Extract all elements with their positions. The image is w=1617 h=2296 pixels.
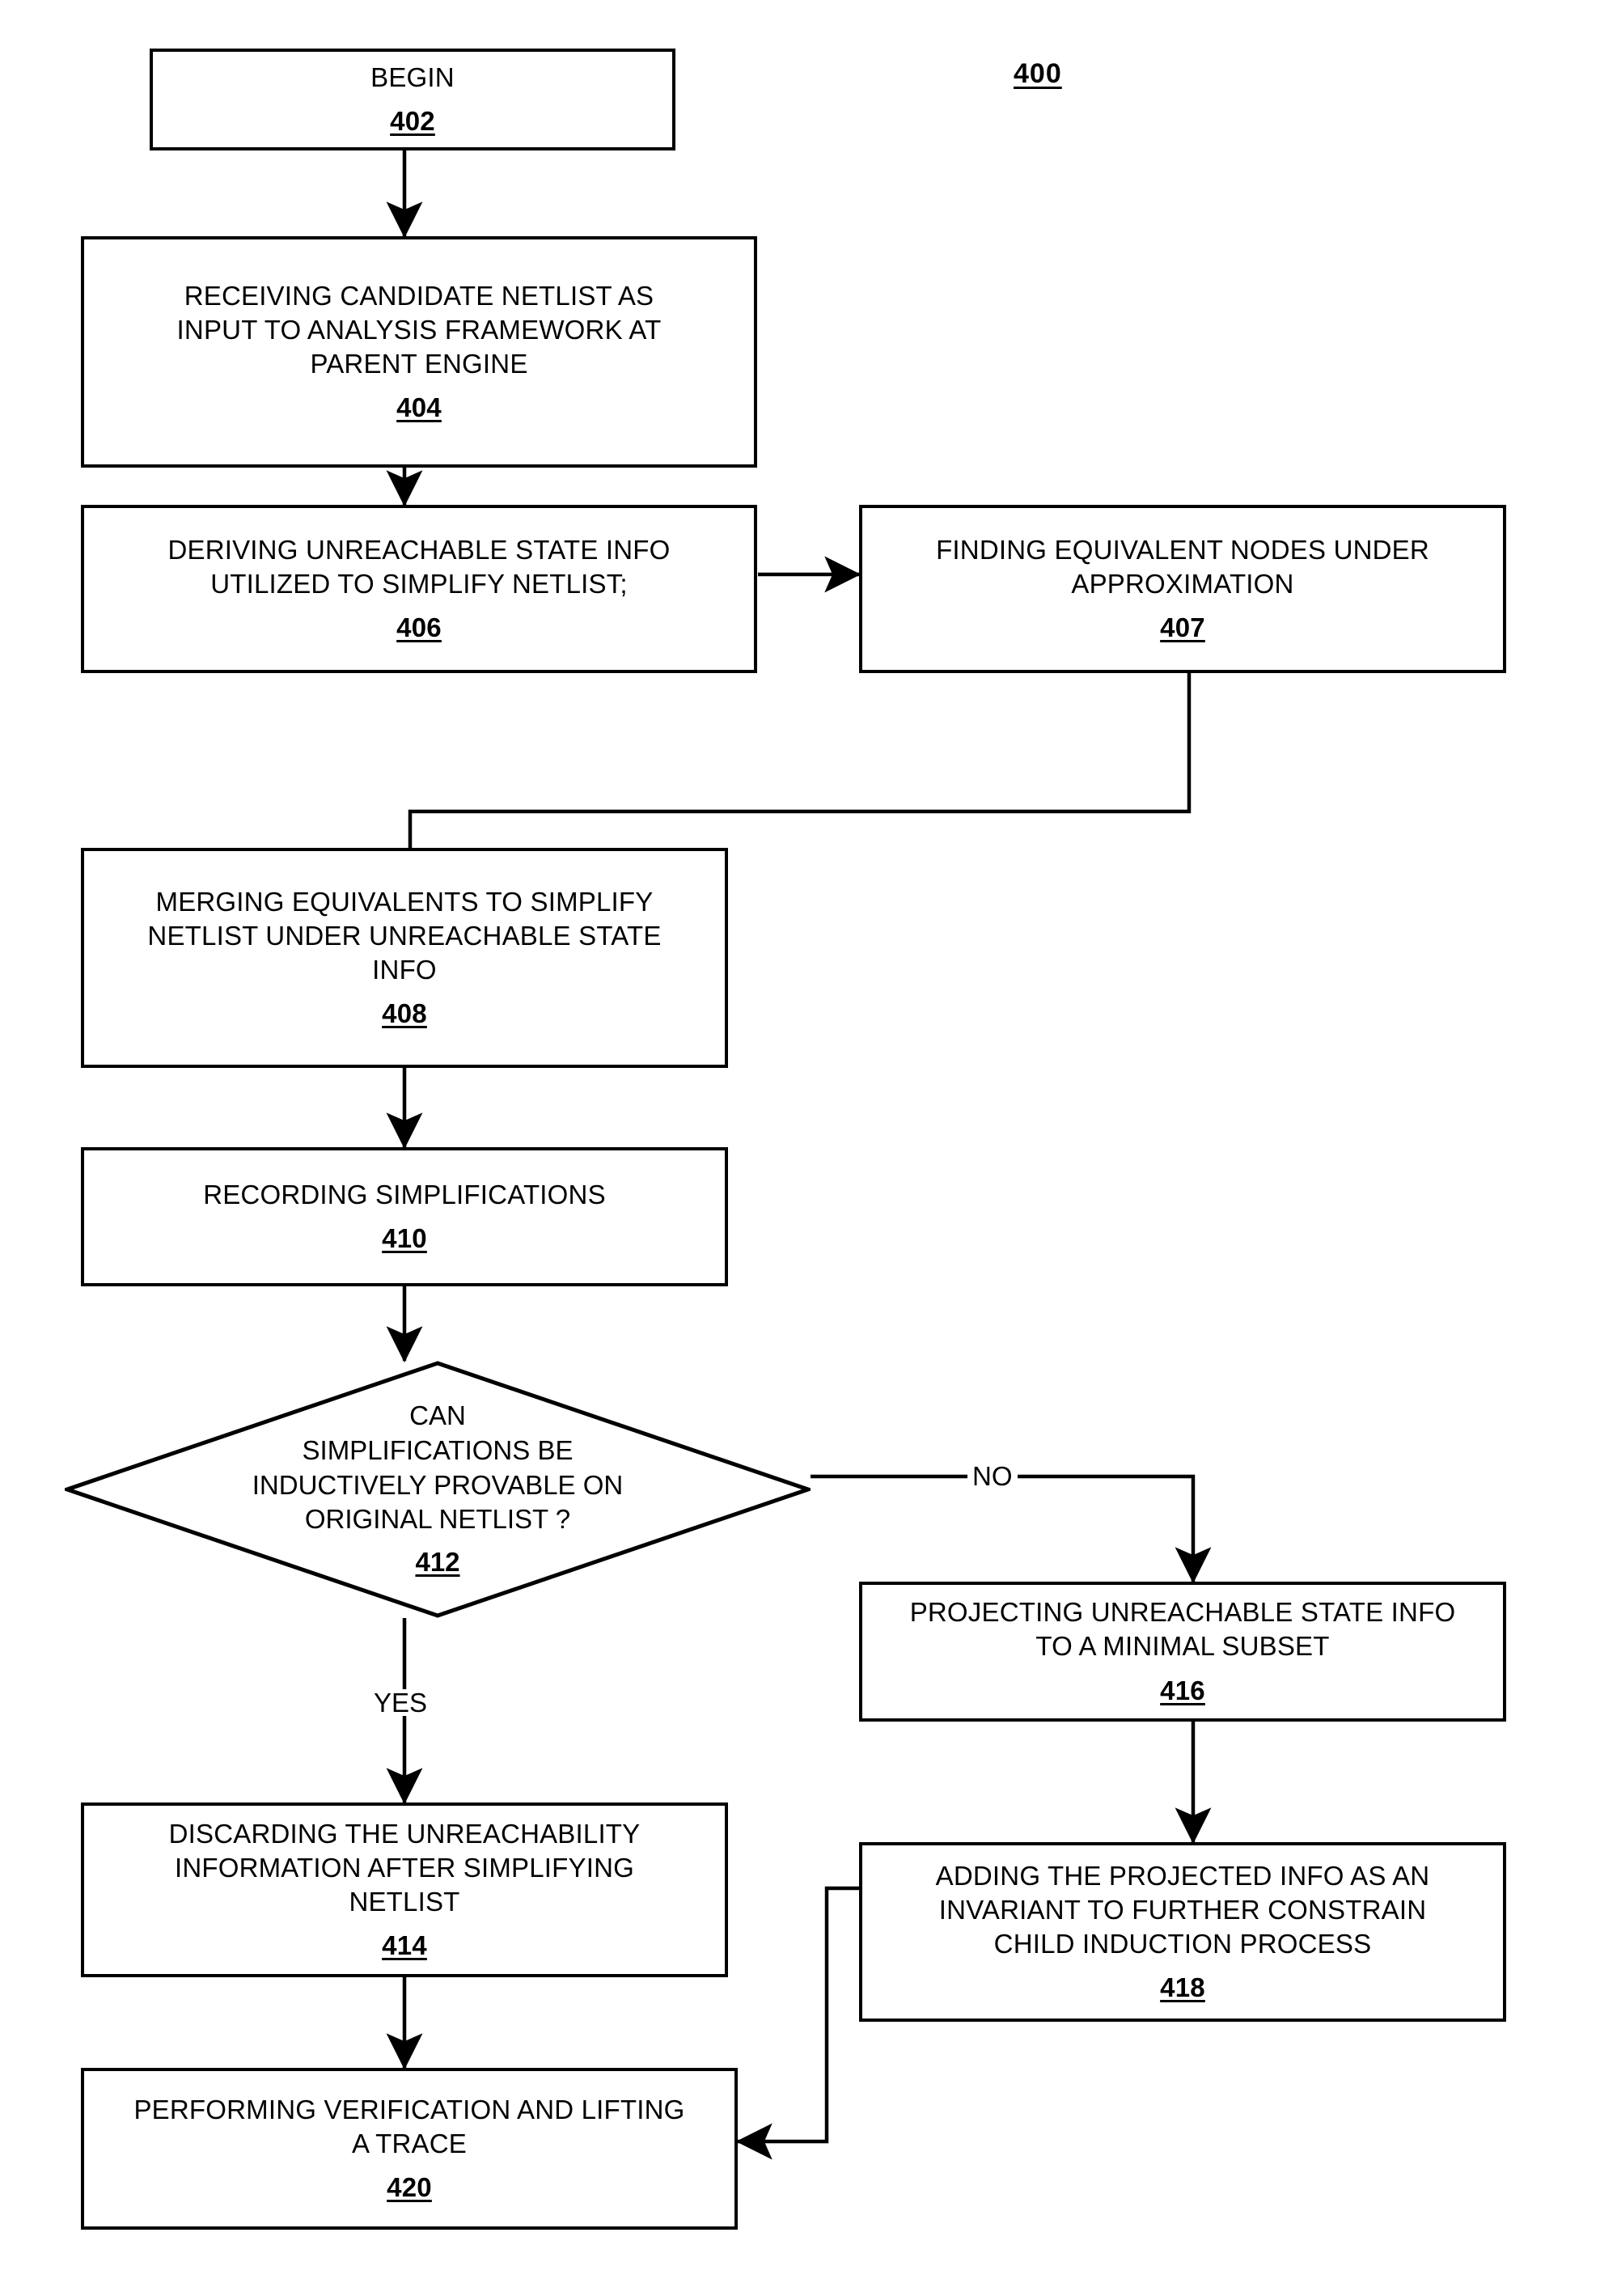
decision-diamond-shape xyxy=(65,1361,811,1618)
node-projecting-unreachable-state-info: PROJECTING UNREACHABLE STATE INFO TO A M… xyxy=(859,1582,1506,1722)
node-receiving-ref: 404 xyxy=(396,392,442,423)
node-begin: BEGIN 402 xyxy=(150,49,675,150)
node-finding-ref: 407 xyxy=(1160,612,1205,643)
edge-label-yes: YES xyxy=(369,1689,433,1716)
node-deriving-unreachable-state-info: DERIVING UNREACHABLE STATE INFO UTILIZED… xyxy=(81,505,757,673)
node-projecting-ref: 416 xyxy=(1160,1675,1205,1705)
node-begin-ref: 402 xyxy=(390,106,435,136)
node-recording-ref: 410 xyxy=(382,1223,427,1253)
edge-label-no: NO xyxy=(967,1463,1018,1489)
node-discarding-ref: 414 xyxy=(382,1930,427,1961)
node-performing-ref: 420 xyxy=(387,2172,432,2203)
node-finding-equivalent-nodes: FINDING EQUIVALENT NODES UNDER APPROXIMA… xyxy=(859,505,1506,673)
node-discarding-unreachability-information: DISCARDING THE UNREACHABILITY INFORMATIO… xyxy=(81,1802,728,1977)
node-adding-ref: 418 xyxy=(1160,1972,1205,2003)
node-receiving-text: RECEIVING CANDIDATE NETLIST AS INPUT TO … xyxy=(176,280,662,379)
node-recording-text: RECORDING SIMPLIFICATIONS xyxy=(203,1179,606,1209)
node-decision-simplifications-provable: CAN SIMPLIFICATIONS BE INDUCTIVELY PROVA… xyxy=(65,1361,811,1618)
node-performing-verification: PERFORMING VERIFICATION AND LIFTING A TR… xyxy=(81,2068,738,2230)
node-performing-text: PERFORMING VERIFICATION AND LIFTING A TR… xyxy=(133,2094,685,2158)
node-discarding-text: DISCARDING THE UNREACHABILITY INFORMATIO… xyxy=(168,1818,641,1917)
node-recording-simplifications: RECORDING SIMPLIFICATIONS 410 xyxy=(81,1147,728,1286)
edge-adding-to-performing xyxy=(735,1886,859,2160)
node-adding-projected-info: ADDING THE PROJECTED INFO AS AN INVARIAN… xyxy=(859,1842,1506,2022)
flowchart-figure: 400 BEGIN 402 RECEIVING CANDIDATE NETLIS… xyxy=(0,0,1617,2296)
node-begin-text: BEGIN xyxy=(370,61,455,92)
node-finding-text: FINDING EQUIVALENT NODES UNDER APPROXIMA… xyxy=(936,534,1429,599)
node-deriving-text: DERIVING UNREACHABLE STATE INFO UTILIZED… xyxy=(167,534,671,599)
node-adding-text: ADDING THE PROJECTED INFO AS AN INVARIAN… xyxy=(935,1860,1430,1959)
node-receiving-candidate-netlist: RECEIVING CANDIDATE NETLIST AS INPUT TO … xyxy=(81,236,757,468)
edge-decision-no-to-projecting xyxy=(811,1474,1212,1584)
node-deriving-ref: 406 xyxy=(396,612,442,643)
node-merging-text: MERGING EQUIVALENTS TO SIMPLIFY NETLIST … xyxy=(147,886,662,985)
figure-number: 400 xyxy=(1014,58,1062,89)
node-merging-equivalents: MERGING EQUIVALENTS TO SIMPLIFY NETLIST … xyxy=(81,848,728,1068)
node-projecting-text: PROJECTING UNREACHABLE STATE INFO TO A M… xyxy=(909,1597,1456,1662)
node-merging-ref: 408 xyxy=(382,998,427,1029)
